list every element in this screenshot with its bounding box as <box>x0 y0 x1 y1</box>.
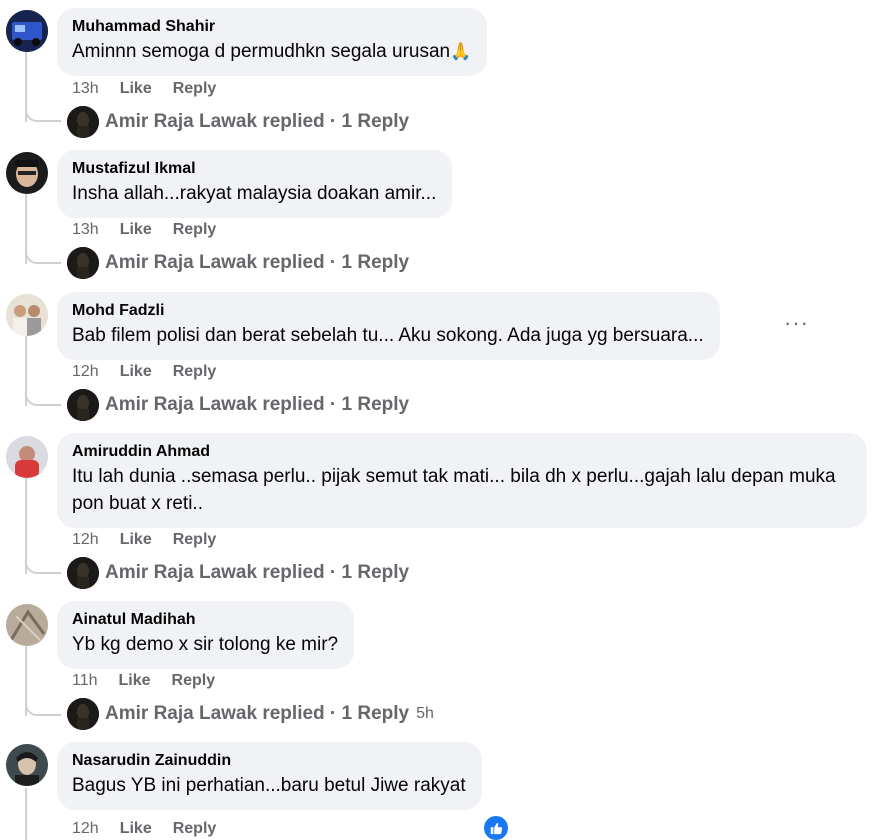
reply-button[interactable]: Reply <box>173 363 217 381</box>
thumbs-up-glyph <box>490 822 503 835</box>
reply-button[interactable]: Reply <box>172 672 216 690</box>
comment-time[interactable]: 12h <box>72 820 99 838</box>
comment-author[interactable]: Amiruddin Ahmad <box>72 441 851 463</box>
thread-elbow <box>25 388 61 406</box>
thread-elbow <box>25 246 61 264</box>
comment-bubble: Muhammad Shahir Aminnn semoga d permudhk… <box>57 8 488 76</box>
avatar-abstract-image <box>6 604 48 646</box>
comment-bubble: Amiruddin Ahmad Itu lah dunia ..semasa p… <box>57 433 867 528</box>
reply-button[interactable]: Reply <box>173 531 217 549</box>
comment-text: Bagus YB ini perhatian...baru betul Jiwe… <box>72 775 466 796</box>
like-button[interactable]: Like <box>120 221 152 239</box>
comment-text: Itu lah dunia ..semasa perlu.. pijak sem… <box>72 466 836 514</box>
replies-summary[interactable]: Amir Raja Lawak replied · 1 Reply <box>105 394 409 416</box>
avatar-person-image <box>6 436 48 478</box>
thread-elbow <box>25 104 61 122</box>
comment-time[interactable]: 13h <box>72 221 99 239</box>
comment-time[interactable]: 12h <box>72 531 99 549</box>
avatar[interactable] <box>6 152 48 194</box>
avatar-couple-image <box>6 294 48 336</box>
comment-author[interactable]: Nasarudin Zainuddin <box>72 750 466 772</box>
comment-bubble: Mohd Fadzli Bab filem polisi dan berat s… <box>57 292 720 360</box>
comment-text: Aminnn semoga d permudhkn segala urusan🙏 <box>72 41 472 62</box>
comment-actions: 13h Like Reply <box>72 221 216 239</box>
reply-time[interactable]: 5h <box>416 705 434 723</box>
comment-actions: 12h Like Reply <box>72 820 216 838</box>
thread-line <box>25 788 27 840</box>
avatar <box>67 389 99 421</box>
view-replies-link[interactable]: Amir Raja Lawak replied · 1 Reply <box>67 389 409 421</box>
comment-author[interactable]: Mohd Fadzli <box>72 300 704 322</box>
comment-actions: 13h Like Reply <box>72 80 216 98</box>
like-button[interactable]: Like <box>120 531 152 549</box>
avatar <box>67 106 99 138</box>
avatar-person-image <box>6 152 48 194</box>
comment-actions: 12h Like Reply <box>72 531 216 549</box>
avatar <box>67 557 99 589</box>
comment-time[interactable]: 11h <box>72 672 98 690</box>
comment-bubble: Mustafizul Ikmal Insha allah...rakyat ma… <box>57 150 453 218</box>
comment-text: Bab filem polisi dan berat sebelah tu...… <box>72 325 704 346</box>
replies-summary[interactable]: Amir Raja Lawak replied · 1 Reply <box>105 703 409 725</box>
view-replies-link[interactable]: Amir Raja Lawak replied · 1 Reply 5h <box>67 698 434 730</box>
comment-text: Yb kg demo x sir tolong ke mir? <box>72 634 339 655</box>
view-replies-link[interactable]: Amir Raja Lawak replied · 1 Reply <box>67 106 409 138</box>
replies-summary[interactable]: Amir Raja Lawak replied · 1 Reply <box>105 252 409 274</box>
praying-hands-icon: 🙏 <box>450 42 472 61</box>
avatar[interactable] <box>6 604 48 646</box>
avatar[interactable] <box>6 744 48 786</box>
like-button[interactable]: Like <box>120 363 152 381</box>
avatar-person-image <box>6 744 48 786</box>
thread-elbow <box>25 698 61 716</box>
comment-time[interactable]: 12h <box>72 363 99 381</box>
comment-bubble: Ainatul Madihah Yb kg demo x sir tolong … <box>57 601 355 669</box>
comment-actions: 12h Like Reply <box>72 363 216 381</box>
avatar <box>67 247 99 279</box>
replies-summary[interactable]: Amir Raja Lawak replied · 1 Reply <box>105 562 409 584</box>
avatar[interactable] <box>6 294 48 336</box>
more-options-icon[interactable]: ··· <box>784 312 809 334</box>
comment-author[interactable]: Mustafizul Ikmal <box>72 158 436 180</box>
reply-button[interactable]: Reply <box>173 221 217 239</box>
reply-button[interactable]: Reply <box>173 80 217 98</box>
view-replies-link[interactable]: Amir Raja Lawak replied · 1 Reply <box>67 557 409 589</box>
comment-actions: 11h Like Reply <box>72 672 215 690</box>
view-replies-link[interactable]: Amir Raja Lawak replied · 1 Reply <box>67 247 409 279</box>
avatar <box>67 698 99 730</box>
comment-bubble: Nasarudin Zainuddin Bagus YB ini perhati… <box>57 742 482 810</box>
avatar-truck-image <box>6 10 48 52</box>
like-button[interactable]: Like <box>120 820 152 838</box>
comment-time[interactable]: 13h <box>72 80 99 98</box>
comment-author[interactable]: Muhammad Shahir <box>72 16 471 38</box>
avatar[interactable] <box>6 436 48 478</box>
thread-elbow <box>25 556 61 574</box>
avatar[interactable] <box>6 10 48 52</box>
replies-summary[interactable]: Amir Raja Lawak replied · 1 Reply <box>105 111 409 133</box>
like-button[interactable]: Like <box>119 672 151 690</box>
thumbs-up-icon[interactable] <box>484 816 508 840</box>
comment-author[interactable]: Ainatul Madihah <box>72 609 338 631</box>
like-button[interactable]: Like <box>120 80 152 98</box>
reply-button[interactable]: Reply <box>173 820 217 838</box>
comment-text: Insha allah...rakyat malaysia doakan ami… <box>72 183 437 204</box>
